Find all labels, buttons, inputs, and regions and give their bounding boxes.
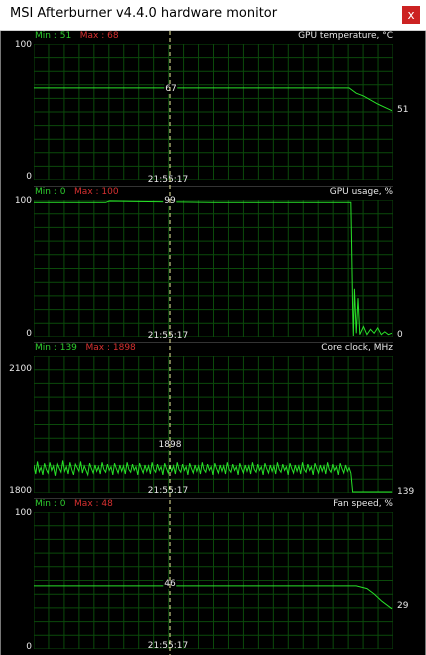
time-cursor-line (169, 31, 171, 655)
min-value: Min : 51 (35, 31, 72, 41)
graph-title: GPU usage, % (329, 187, 393, 197)
current-value: 29 (397, 601, 409, 611)
current-value: 0 (397, 330, 403, 340)
cursor-time: 21:55:17 (147, 331, 189, 341)
current-value: 139 (397, 487, 415, 497)
max-value: Max : 1898 (85, 343, 136, 353)
plot-area[interactable] (34, 356, 393, 493)
cursor-time: 21:55:17 (147, 641, 189, 651)
graph-svg (34, 356, 393, 493)
min-value: Min : 0 (35, 187, 66, 197)
graph-gpu-usage[interactable]: 100 0 Min : 0 Max : 100 GPU usage, % 99 … (1, 187, 426, 342)
max-value: Max : 100 (74, 187, 119, 197)
grid (34, 200, 393, 337)
min-max-readout: Min : 139 Max : 1898 (35, 343, 136, 353)
plot-area[interactable] (34, 44, 393, 180)
y-max-label: 100 (14, 196, 32, 206)
title-bar: MSI Afterburner v4.4.0 hardware monitor … (0, 0, 426, 31)
min-max-readout: Min : 0 Max : 48 (35, 499, 113, 509)
window-title: MSI Afterburner v4.4.0 hardware monitor (10, 6, 278, 21)
grid (34, 512, 393, 649)
plot-area[interactable] (34, 200, 393, 337)
min-value: Min : 139 (35, 343, 77, 353)
graph-title: Core clock, MHz (321, 343, 393, 353)
current-value: 51 (397, 105, 409, 115)
y-max-label: 100 (14, 40, 32, 50)
y-min-label: 0 (26, 172, 32, 182)
max-value: Max : 68 (79, 31, 119, 41)
monitor-graphs[interactable]: 100 0 Min : 51 Max : 68 GPU temperature,… (0, 31, 426, 655)
y-min-label: 0 (26, 642, 32, 652)
graph-svg (34, 200, 393, 337)
y-max-label: 2100 (9, 364, 32, 374)
cursor-time: 21:55:17 (147, 486, 189, 496)
graph-fan-speed[interactable]: 100 0 Min : 0 Max : 48 Fan speed, % 46 2… (1, 499, 426, 655)
max-value: Max : 48 (74, 499, 113, 509)
graph-title: Fan speed, % (333, 499, 393, 509)
min-value: Min : 0 (35, 499, 66, 509)
graph-svg (34, 512, 393, 649)
plot-area[interactable] (34, 512, 393, 649)
y-min-label: 1800 (9, 486, 32, 496)
graph-gpu-temperature[interactable]: 100 0 Min : 51 Max : 68 GPU temperature,… (1, 31, 426, 186)
graph-svg (34, 44, 393, 180)
min-max-readout: Min : 0 Max : 100 (35, 187, 119, 197)
graph-core-clock[interactable]: 2100 1800 Min : 139 Max : 1898 Core cloc… (1, 343, 426, 498)
min-max-readout: Min : 51 Max : 68 (35, 31, 119, 41)
close-button[interactable]: x (402, 6, 420, 24)
y-max-label: 100 (14, 508, 32, 518)
graph-title: GPU temperature, °C (298, 31, 393, 41)
cursor-time: 21:55:17 (147, 175, 189, 185)
y-min-label: 0 (26, 329, 32, 339)
grid (34, 44, 393, 180)
